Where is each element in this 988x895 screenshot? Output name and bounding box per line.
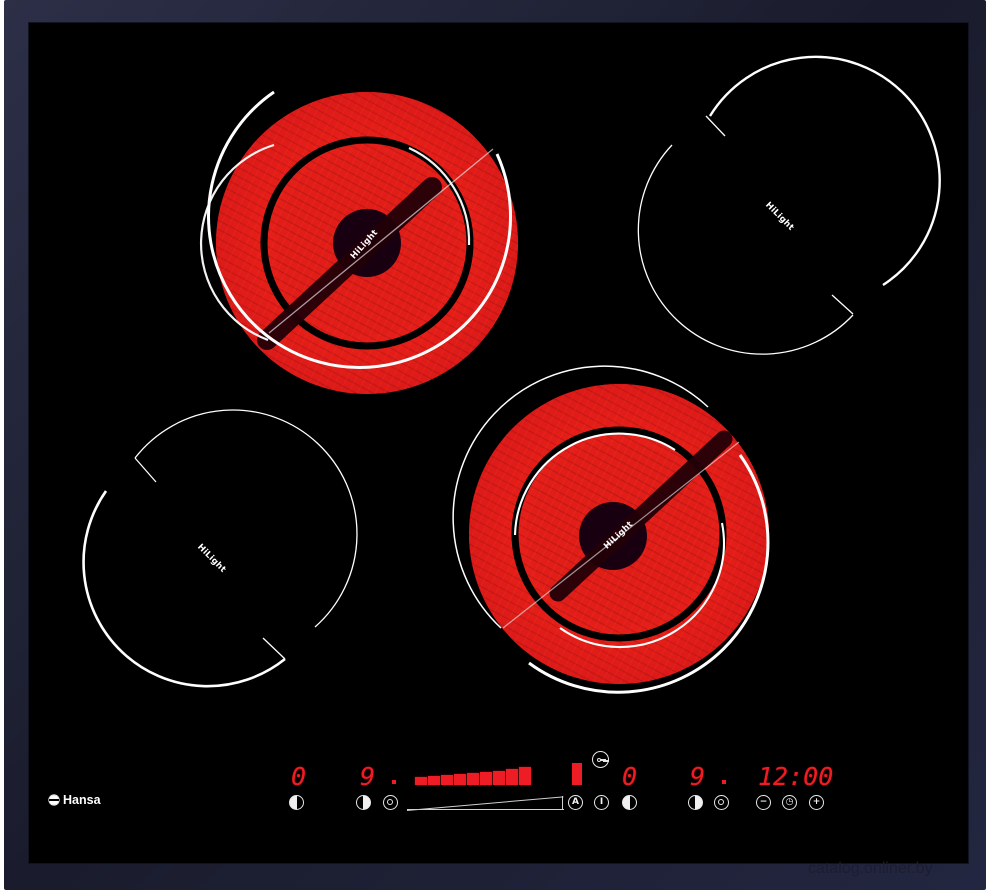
power-level-segment	[467, 773, 479, 785]
minus-label: −	[759, 797, 768, 807]
power-level-segment	[506, 769, 518, 785]
left-level-decimal-dot	[392, 780, 396, 784]
power-level-segment	[415, 777, 427, 785]
left-zone-select-icon[interactable]	[289, 795, 304, 810]
power-level-segment	[480, 772, 492, 785]
right-active-level-display: 9	[690, 762, 707, 791]
right-level-decimal-dot	[722, 780, 726, 784]
cooktop-frame	[4, 0, 986, 890]
power-label: I	[599, 797, 604, 807]
lock-status-indicator	[572, 763, 582, 785]
clock-symbol: ◷	[785, 797, 794, 807]
left-active-level-display: 9	[360, 762, 377, 791]
catalog-watermark: catalog.onliner.by	[808, 860, 933, 877]
left-zone-level-display: 0	[291, 762, 308, 791]
rear-zone-select-icon[interactable]	[622, 795, 637, 810]
right-zone-level-display: 0	[622, 762, 639, 791]
power-level-segment	[441, 775, 453, 785]
power-level-bar-display	[415, 766, 532, 785]
right-dual-zone-icon[interactable]	[714, 795, 729, 810]
dual-zone-icon[interactable]	[383, 795, 398, 810]
power-level-segment	[428, 776, 440, 785]
hansa-logo-icon	[49, 795, 59, 805]
timer-icon[interactable]: ◷	[782, 795, 797, 810]
power-slider-track[interactable]	[407, 809, 564, 810]
power-level-segment	[519, 767, 531, 785]
lock-key-icon[interactable]	[592, 751, 609, 768]
product-image-stage: HiLight HiLight HiLight HiLight 0 9 0 9 …	[0, 0, 988, 895]
right-zone-select-icon[interactable]	[688, 795, 703, 810]
plus-icon[interactable]: +	[809, 795, 824, 810]
auto-icon[interactable]: A	[568, 795, 583, 810]
black-glass-cooktop	[28, 22, 969, 864]
power-slider-end-marker	[562, 796, 563, 810]
minus-icon[interactable]: −	[756, 795, 771, 810]
front-zone-select-icon[interactable]	[356, 795, 371, 810]
brand-logo: Hansa	[49, 793, 101, 807]
auto-label: A	[572, 797, 579, 807]
brand-name: Hansa	[63, 793, 101, 807]
timer-display: 12:00	[758, 762, 834, 791]
power-level-segment	[493, 771, 505, 785]
power-level-segment	[454, 774, 466, 785]
power-icon[interactable]: I	[594, 795, 609, 810]
plus-label: +	[812, 797, 821, 807]
